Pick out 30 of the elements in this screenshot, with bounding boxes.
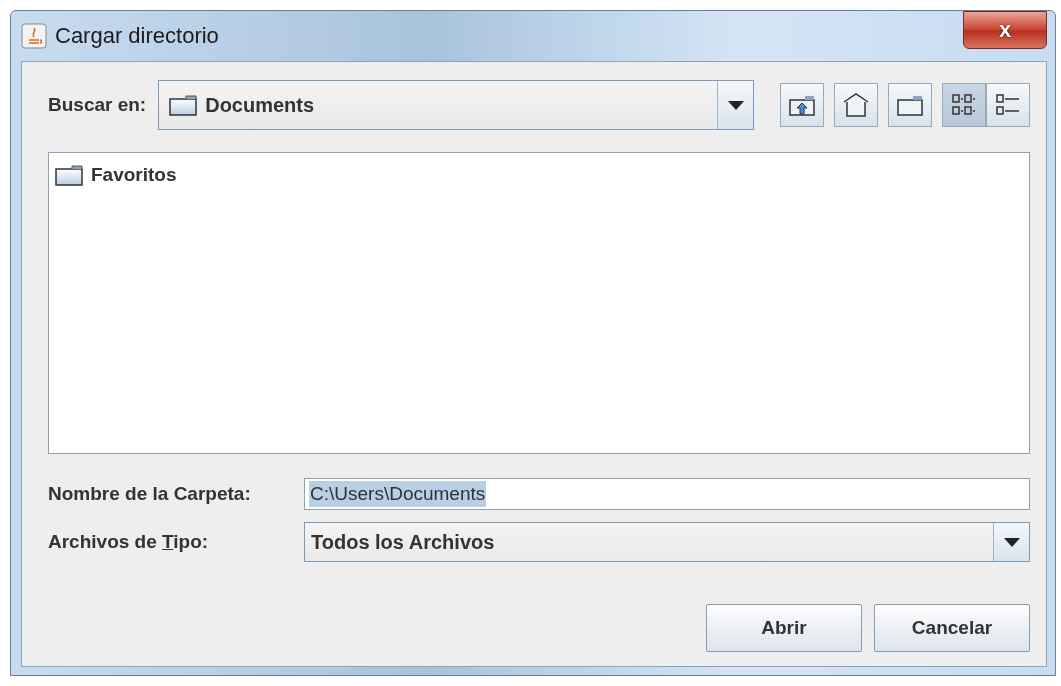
folder-name-label: Nombre de la Carpeta: [48,483,252,505]
caret-icon [1003,537,1020,547]
open-button[interactable]: Abrir [706,604,862,652]
file-type-value: Todos los Archivos [311,530,495,554]
file-type-label: Archivos de Tipo: [48,531,210,553]
look-in-dropdown[interactable]: Documents [158,80,754,130]
folder-icon [169,94,198,116]
home-icon [842,92,870,118]
list-view-icon [951,93,977,117]
cancel-button[interactable]: Cancelar [874,604,1030,652]
folder-up-icon [788,93,816,117]
dropdown-button[interactable] [993,523,1029,561]
folder-icon [55,164,83,186]
new-folder-button[interactable] [888,83,932,127]
details-view-icon [995,93,1021,117]
dropdown-button[interactable] [717,81,753,129]
look-in-label: Buscar en: [48,94,147,116]
close-button[interactable]: x [963,11,1047,49]
java-icon [21,23,47,49]
window-title: Cargar directorio [55,23,220,49]
folder-icon [896,94,924,116]
folder-name-field[interactable]: C:\Users\Documents [304,478,1030,510]
home-button[interactable] [834,83,878,127]
folder-item[interactable]: Favoritos [53,163,179,187]
look-in-value: Documents [205,93,315,117]
caret-icon [727,100,744,110]
list-button[interactable] [942,83,986,127]
details-button[interactable] [986,83,1030,127]
file-type-dropdown[interactable]: Todos los Archivos [304,522,1030,562]
up-button[interactable] [780,83,824,127]
